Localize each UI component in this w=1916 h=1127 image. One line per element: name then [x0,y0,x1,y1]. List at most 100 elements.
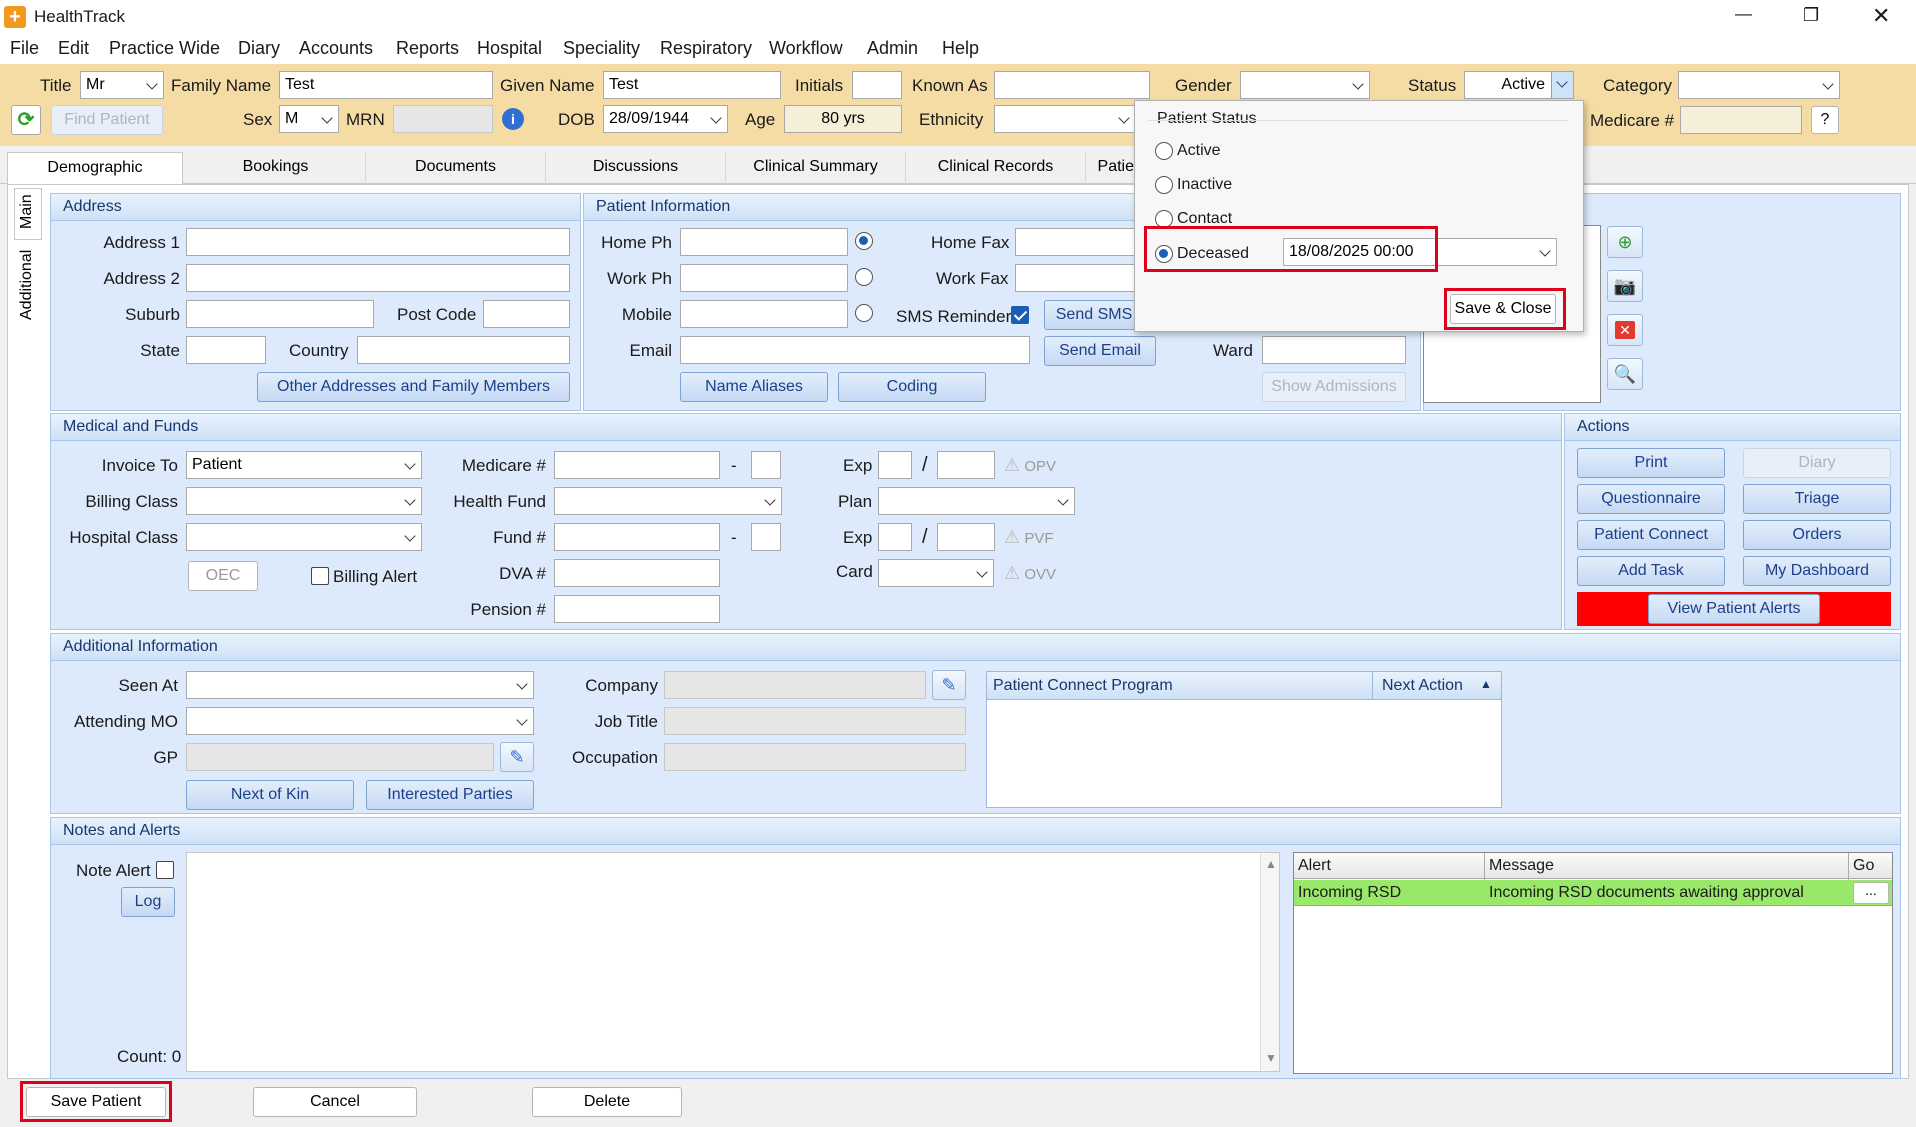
home-fax-input[interactable] [1015,228,1135,256]
attending-mo-select[interactable] [186,707,534,735]
seen-at-select[interactable] [186,671,534,699]
menu-reports[interactable]: Reports [396,38,459,59]
menu-accounts[interactable]: Accounts [299,38,373,59]
menu-admin[interactable]: Admin [867,38,918,59]
edit-company-icon[interactable]: ✎ [932,670,966,700]
side-tab-main[interactable]: Main [14,188,42,240]
menu-edit[interactable]: Edit [58,38,89,59]
gp-input[interactable] [186,743,494,771]
plan-select[interactable] [878,487,1075,515]
work-ph-input[interactable] [680,264,848,292]
medicare-input[interactable] [554,451,720,479]
tab-clinical-summary[interactable]: Clinical Summary [726,152,906,182]
health-fund-select[interactable] [554,487,782,515]
fund-exp-year[interactable] [937,523,995,551]
scroll-down-icon[interactable]: ▼ [1265,1051,1277,1065]
restore-icon[interactable]: ❐ [1803,5,1819,26]
alerts-col-message[interactable]: Message [1489,857,1554,875]
initials-input[interactable] [852,71,902,99]
medicare-exp-month[interactable] [878,451,912,479]
gender-select[interactable] [1240,71,1370,99]
email-input[interactable] [680,336,1030,364]
close-icon[interactable]: ✕ [1872,3,1890,29]
menu-hospital[interactable]: Hospital [477,38,542,59]
tab-documents[interactable]: Documents [366,152,546,182]
patient-connect-button[interactable]: Patient Connect [1577,520,1725,550]
next-of-kin-button[interactable]: Next of Kin [186,780,354,810]
category-select[interactable] [1678,71,1840,99]
log-button[interactable]: Log [121,887,175,917]
sms-reminders-checkbox[interactable] [1011,306,1029,324]
alert-go-button[interactable]: ... [1853,882,1889,904]
opv-warning[interactable]: ⚠ OPV [1004,455,1056,476]
other-addresses-button[interactable]: Other Addresses and Family Members [257,372,570,402]
tab-patient-more[interactable]: Patie [1086,152,1134,182]
home-ph-preferred-radio[interactable] [855,232,873,250]
name-aliases-button[interactable]: Name Aliases [680,372,828,402]
camera-icon[interactable]: 📷 [1607,270,1643,302]
address2-input[interactable] [186,264,570,292]
status-active-radio[interactable] [1155,142,1173,160]
refresh-icon[interactable]: ⟳ [11,105,41,135]
ethnicity-select[interactable] [994,105,1136,133]
occupation-input[interactable] [664,743,966,771]
show-admissions-button[interactable]: Show Admissions [1262,372,1406,402]
menu-diary[interactable]: Diary [238,38,280,59]
triage-button[interactable]: Triage [1743,484,1891,514]
alerts-col-go[interactable]: Go [1853,857,1874,875]
diary-button[interactable]: Diary [1743,448,1891,478]
given-name-input[interactable]: Test [603,71,781,99]
status-dropdown-button[interactable] [1551,72,1573,98]
invoice-to-select[interactable]: Patient [186,451,422,479]
add-photo-icon[interactable]: ⊕ [1607,226,1643,258]
menu-file[interactable]: File [10,38,39,59]
tab-demographic[interactable]: Demographic [7,152,183,185]
family-name-input[interactable]: Test [279,71,493,99]
fund-number-input[interactable] [554,523,720,551]
scroll-up-icon[interactable]: ▲ [1265,857,1277,871]
help-button[interactable]: ? [1811,106,1839,134]
delete-button[interactable]: Delete [532,1087,682,1117]
fund-upi-input[interactable] [751,523,781,551]
zoom-photo-icon[interactable]: 🔍 [1607,358,1643,390]
work-ph-preferred-radio[interactable] [855,268,873,286]
state-input[interactable] [186,336,266,364]
coding-button[interactable]: Coding [838,372,986,402]
menu-speciality[interactable]: Speciality [563,38,640,59]
mobile-input[interactable] [680,300,848,328]
work-fax-input[interactable] [1015,264,1135,292]
menu-help[interactable]: Help [942,38,979,59]
send-sms-button[interactable]: Send SMS [1044,300,1144,330]
title-select[interactable]: Mr [80,71,164,99]
my-dashboard-button[interactable]: My Dashboard [1743,556,1891,586]
note-alert-checkbox[interactable] [156,861,174,879]
orders-button[interactable]: Orders [1743,520,1891,550]
info-icon[interactable]: i [502,108,524,130]
pvf-warning[interactable]: ⚠ PVF [1004,527,1054,548]
dob-input[interactable]: 28/09/1944 [603,105,728,133]
cancel-button[interactable]: Cancel [253,1087,417,1117]
fund-exp-month[interactable] [878,523,912,551]
pc-col-program[interactable]: Patient Connect Program [993,677,1173,695]
job-title-input[interactable] [664,707,966,735]
pension-input[interactable] [554,595,720,623]
pc-col-next-action[interactable]: Next Action [1382,677,1463,695]
address1-input[interactable] [186,228,570,256]
home-ph-input[interactable] [680,228,848,256]
add-task-button[interactable]: Add Task [1577,556,1725,586]
status-inactive-radio[interactable] [1155,176,1173,194]
billing-class-select[interactable] [186,487,422,515]
ovv-warning[interactable]: ⚠ OVV [1004,563,1056,584]
suburb-input[interactable] [186,300,374,328]
interested-parties-button[interactable]: Interested Parties [366,780,534,810]
tab-discussions[interactable]: Discussions [546,152,726,182]
tab-clinical-records[interactable]: Clinical Records [906,152,1086,182]
alerts-col-alert[interactable]: Alert [1298,857,1331,875]
mobile-preferred-radio[interactable] [855,304,873,322]
medicare-exp-year[interactable] [937,451,995,479]
medicare-irn-input[interactable] [751,451,781,479]
oec-button[interactable]: OEC [188,561,258,591]
notes-scrollbar[interactable]: ▲ ▼ [1260,853,1279,1071]
menu-respiratory[interactable]: Respiratory [660,38,752,59]
side-tab-additional[interactable]: Additional [14,240,42,326]
